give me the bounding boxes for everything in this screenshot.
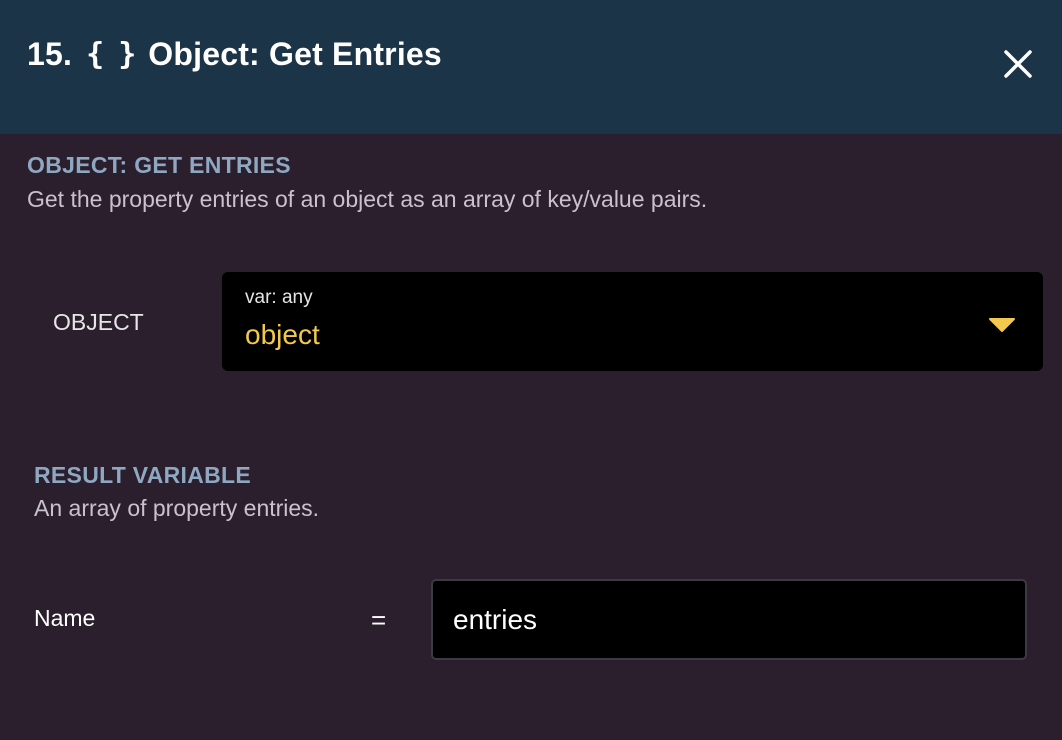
close-button[interactable]: [998, 44, 1038, 84]
step-number: 15.: [27, 36, 73, 72]
modal-title: 15. { } Object: Get Entries: [27, 36, 442, 73]
modal-header: 15. { } Object: Get Entries: [0, 0, 1062, 134]
selected-value: object: [245, 319, 320, 350]
object-field-label: OBJECT: [53, 309, 144, 335]
object-select[interactable]: var: any object: [222, 272, 1043, 371]
result-heading: RESULT VARIABLE: [34, 462, 252, 488]
operation-description: Get the property entries of an object as…: [27, 186, 708, 212]
operation-heading: OBJECT: GET ENTRIES: [27, 152, 291, 178]
modal-dialog: 15. { } Object: Get Entries OBJECT: GET …: [0, 0, 1062, 740]
result-name-input[interactable]: [431, 579, 1027, 660]
equals-sign: =: [371, 605, 387, 635]
caret-down-icon: [989, 318, 1015, 332]
braces-icon: { }: [86, 37, 136, 72]
title-text: Object: Get Entries: [148, 36, 442, 72]
type-hint: var: any: [245, 287, 313, 308]
close-icon: [1004, 50, 1032, 78]
name-label: Name: [34, 605, 96, 631]
result-description: An array of property entries.: [34, 495, 320, 521]
